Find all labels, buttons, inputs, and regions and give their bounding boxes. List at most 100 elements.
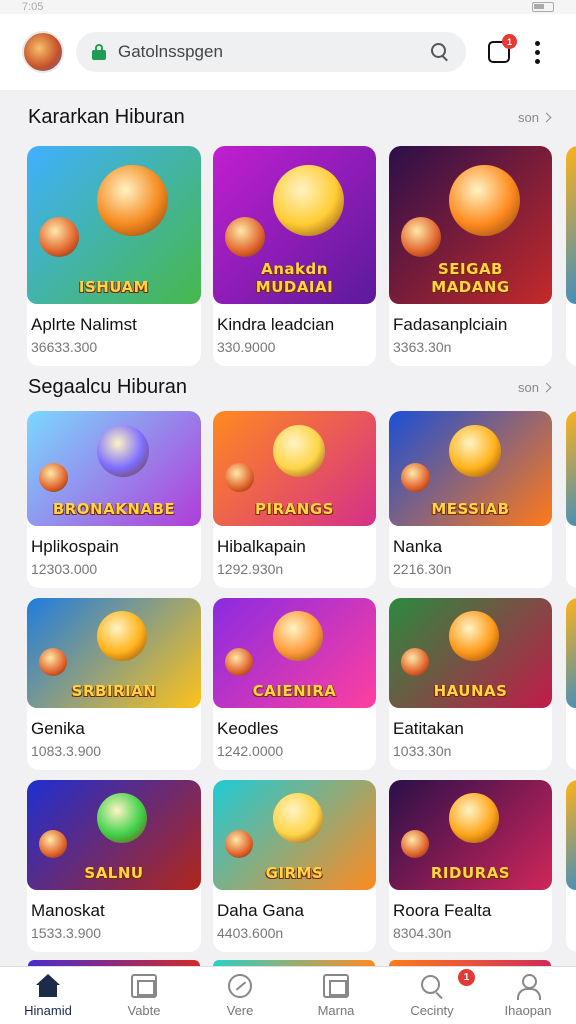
app-card[interactable]: CAIENIRA Keodles 1242.0000 [213, 598, 376, 770]
app-name: Genika [31, 719, 85, 738]
thumbnail-title-art: CAIENIRA [252, 682, 337, 700]
app-card[interactable]: GIRMS Daha Gana 4403.600n [213, 780, 376, 952]
see-more-label: son [518, 380, 539, 395]
notification-badge: 1 [458, 969, 475, 986]
app-thumbnail[interactable] [566, 780, 576, 890]
home-icon [35, 973, 61, 998]
mascot-illustration [273, 611, 323, 661]
app-card-partial[interactable] [566, 146, 576, 366]
thumbnail-title-art: MESSIAB [431, 500, 510, 518]
mascot-illustration [273, 425, 325, 477]
search-icon[interactable] [430, 42, 450, 62]
app-thumbnail[interactable]: GIRMS [213, 780, 376, 890]
more-menu-icon[interactable] [534, 40, 540, 64]
mascot-illustration [449, 425, 501, 477]
app-thumbnail[interactable]: RIDURAS [389, 780, 552, 890]
search-icon [419, 974, 445, 998]
app-card-partial[interactable] [566, 411, 576, 588]
app-name: Roora Fealta [393, 901, 492, 920]
mail-icon [323, 973, 349, 998]
url-bar[interactable]: Gatolnsspgen [76, 32, 466, 72]
app-thumbnail[interactable]: ISHUAM [27, 146, 201, 304]
app-thumbnail[interactable]: MESSIAB [389, 411, 552, 526]
lock-icon [92, 44, 106, 60]
app-card[interactable]: SALNU Manoskat 1533.3.900 [27, 780, 201, 952]
thumbnail-title-art: SRBIRIAN [71, 682, 157, 700]
nav-profile[interactable]: Ihaopan [480, 967, 576, 1024]
nav-explore[interactable]: Vere [192, 967, 288, 1024]
coin-illustration [401, 648, 429, 676]
app-name: Hplikospain [31, 537, 119, 556]
mascot-illustration [273, 793, 323, 843]
app-thumbnail[interactable] [566, 146, 576, 304]
app-name: Kindra leadcian [217, 315, 335, 334]
thumbnail-title-art: ISHUAM [78, 278, 150, 296]
mascot-illustration [449, 793, 499, 843]
download-count: 4403.600n [217, 925, 284, 941]
app-thumbnail[interactable]: SRBIRIAN [27, 598, 201, 708]
chevron-right-icon [541, 382, 552, 393]
url-text[interactable]: Gatolnsspgen [118, 42, 430, 62]
coin-illustration [39, 830, 67, 858]
app-name: Manoskat [31, 901, 105, 920]
nav-label: Cecinty [410, 1002, 454, 1018]
thumbnail-title-art: RIDURAS [430, 864, 511, 882]
app-card[interactable]: MESSIAB Nanka 2216.30n [389, 411, 552, 588]
thumbnail-title-art: SALNU [84, 864, 144, 882]
thumbnail-title-art: HAUNAS [433, 682, 508, 700]
app-card[interactable]: SRBIRIAN Genika 1083.3.900 [27, 598, 201, 770]
app-name: Fadasanplciain [393, 315, 508, 334]
app-thumbnail[interactable]: SALNU [27, 780, 201, 890]
app-thumbnail[interactable]: SEIGAB MADANG [389, 146, 552, 304]
nav-label: Ihaopan [504, 1002, 552, 1018]
user-icon [515, 973, 541, 1000]
section-header-1: Kararkan Hiburan son [28, 106, 552, 129]
thumbnail-title-art: BRONAKNABE [52, 500, 176, 518]
app-card-partial[interactable] [566, 780, 576, 952]
app-card[interactable]: ISHUAM Aplrte Nalimst 36633.300 [27, 146, 201, 366]
see-more-link[interactable]: son [518, 110, 552, 125]
app-thumbnail[interactable]: PIRANGS [213, 411, 376, 526]
nav-search[interactable]: 1 Cecinty [384, 967, 480, 1024]
mascot-illustration [97, 165, 168, 236]
coin-illustration [401, 463, 430, 492]
card-row: SALNU Manoskat 1533.3.900 GIRMS Daha Gana 440… [27, 780, 576, 960]
app-thumbnail[interactable] [566, 411, 576, 526]
tabs-button[interactable]: 1 [488, 34, 517, 63]
download-count: 1292.930n [217, 561, 284, 577]
app-card[interactable]: SEIGAB MADANG Fadasanplciain 3363.30n [389, 146, 552, 366]
nav-label: Marna [317, 1002, 355, 1018]
see-more-label: son [518, 110, 539, 125]
thumbnail-title-art: GIRMS [265, 864, 324, 882]
card-row: SRBIRIAN Genika 1083.3.900 CAIENIRA Keodles 1… [27, 598, 576, 778]
download-count: 3363.30n [393, 339, 452, 355]
nav-label: Vere [226, 1002, 254, 1018]
app-card-partial[interactable] [566, 598, 576, 770]
thumbnail-title-art: SEIGAB MADANG [431, 260, 510, 296]
app-card[interactable]: HAUNAS Eatitakan 1033.30n [389, 598, 552, 770]
app-card[interactable]: Anakdn MUDAIAI Kindra leadcian 330.9000 [213, 146, 376, 366]
app-thumbnail[interactable]: HAUNAS [389, 598, 552, 708]
nav-label: Hinamid [24, 1002, 72, 1018]
section-header-2: Segaalcu Hiburan son [28, 376, 552, 399]
coin-illustration [39, 217, 79, 257]
nav-home[interactable]: Hinamid [0, 967, 96, 1024]
app-card[interactable]: PIRANGS Hibalkapain 1292.930n [213, 411, 376, 588]
app-thumbnail[interactable] [566, 598, 576, 708]
download-count: 330.9000 [217, 339, 276, 355]
app-card[interactable]: BRONAKNABE Hplikospain 12303.000 [27, 411, 201, 588]
avatar[interactable] [22, 31, 64, 73]
nav-mail[interactable]: Marna [288, 967, 384, 1024]
tabs-badge: 1 [502, 34, 517, 49]
mascot-illustration [97, 793, 147, 843]
see-more-link[interactable]: son [518, 380, 552, 395]
nav-inbox[interactable]: Vabte [96, 967, 192, 1024]
app-thumbnail[interactable]: CAIENIRA [213, 598, 376, 708]
card-row: ISHUAM Aplrte Nalimst 36633.300 Anakdn MUDA… [27, 146, 576, 366]
app-thumbnail[interactable]: BRONAKNABE [27, 411, 201, 526]
status-bar: 7:05 [0, 0, 576, 14]
app-card[interactable]: RIDURAS Roora Fealta 8304.30n [389, 780, 552, 952]
status-time: 7:05 [22, 1, 44, 13]
app-thumbnail[interactable]: Anakdn MUDAIAI [213, 146, 376, 304]
mascot-illustration [449, 611, 499, 661]
